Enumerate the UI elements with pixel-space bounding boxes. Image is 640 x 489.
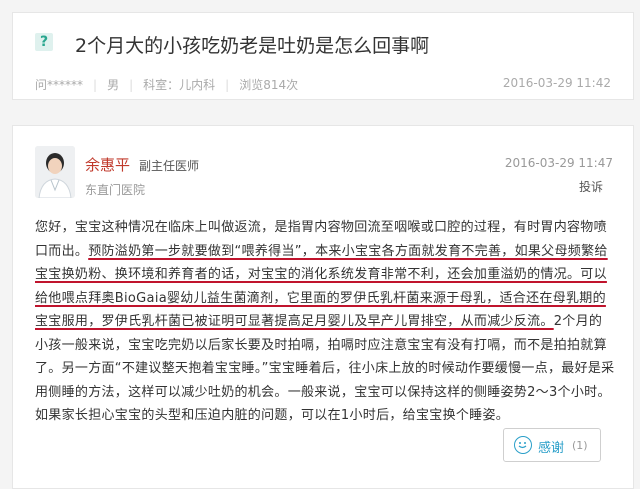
question-title: 2个月大的小孩吃奶老是吐奶是怎么回事啊 (75, 35, 430, 57)
meta-divider: | (93, 78, 98, 92)
answer-highlighted-text: 预防溢奶第一步就要做到“喂养得当”，本来小宝宝各方面就发育不完善，如果父母频繁给… (35, 243, 608, 330)
doctor-avatar[interactable] (35, 146, 75, 198)
hospital-name[interactable]: 东直门医院 (85, 181, 145, 198)
question-views: 浏览814次 (239, 78, 299, 92)
answer-card: 余惠平 副主任医师 东直门医院 2016-03-29 11:47 投诉 您好，宝… (12, 125, 634, 489)
thanks-button[interactable]: 感谢 (1) (503, 428, 601, 462)
question-gender: 男 (107, 78, 120, 92)
answer-paragraph-rest: 2个月的小孩一般来说，宝宝吃完奶以后家长要及时拍嗝，拍嗝时应注意宝宝有没有打嗝，… (35, 314, 615, 423)
meta-divider: | (225, 78, 230, 92)
question-mark-icon: ? (35, 33, 53, 51)
report-link[interactable]: 投诉 (579, 178, 603, 195)
question-date: 2016-03-29 11:42 (502, 76, 611, 90)
thanks-label: 感谢 (538, 441, 565, 456)
question-meta: 问****** | 男 | 科室：儿内科 | 浏览814次 (35, 76, 308, 93)
doctor-title: 副主任医师 (139, 159, 200, 173)
question-card: ? 2个月大的小孩吃奶老是吐奶是怎么回事啊 问****** | 男 | 科室：儿内科 | 浏… (12, 12, 634, 100)
question-author: 问****** (35, 78, 84, 92)
thanks-count: (1) (572, 439, 588, 452)
doctor-name[interactable]: 余惠平 (85, 154, 130, 175)
doctor-portrait-icon (35, 146, 75, 198)
answer-text: 您好，宝宝这种情况在临床上叫做返流，是指胃内容物回流至咽喉或口腔的过程，有时胃内… (35, 216, 615, 428)
smile-icon (514, 436, 532, 454)
meta-divider: | (129, 78, 134, 92)
question-department[interactable]: 科室：儿内科 (143, 78, 215, 92)
answer-date: 2016-03-29 11:47 (504, 156, 613, 170)
